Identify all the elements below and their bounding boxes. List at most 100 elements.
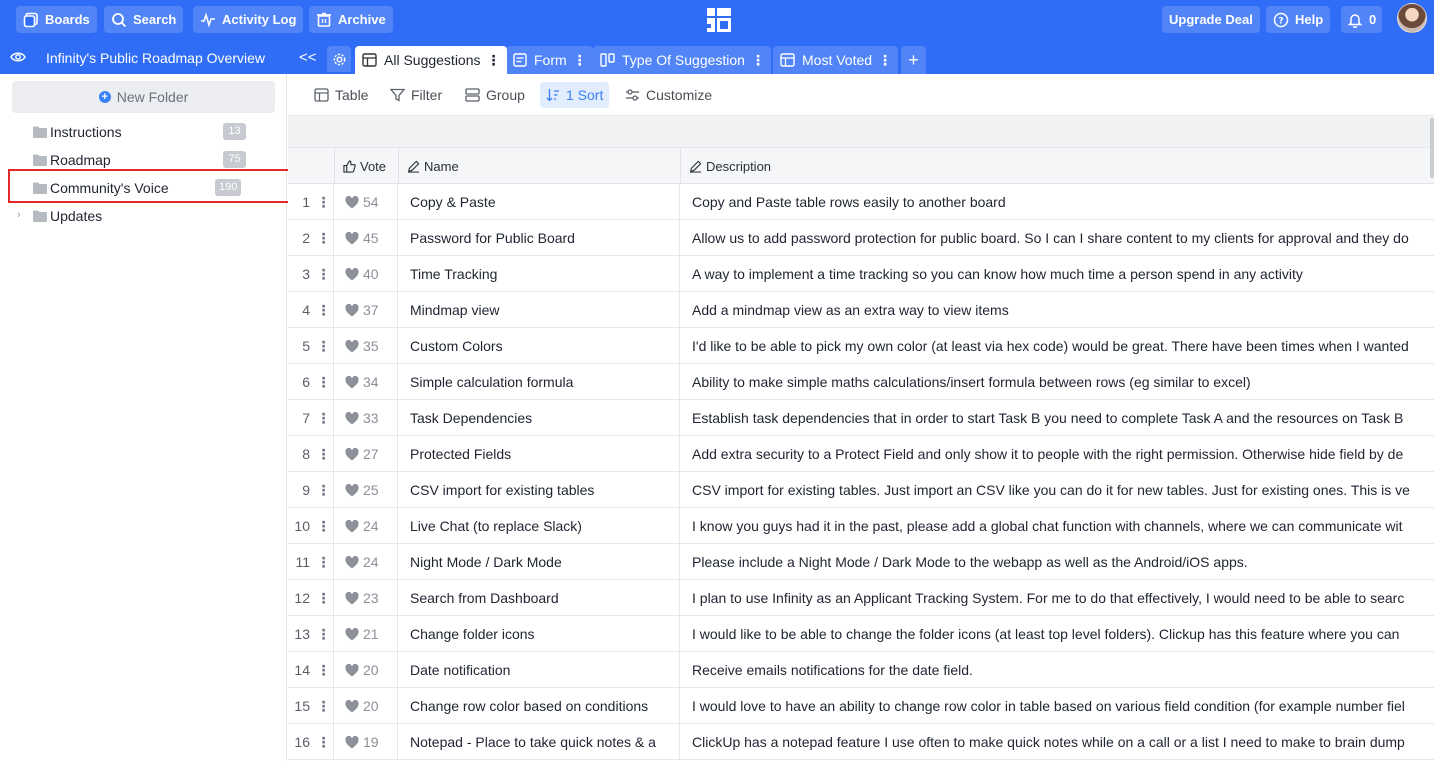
row-menu-icon[interactable]: ⋮: [314, 652, 334, 688]
name-cell[interactable]: Date notification: [398, 652, 680, 688]
boards-button[interactable]: Boards: [16, 6, 97, 33]
row-menu-icon[interactable]: ⋮: [314, 580, 334, 616]
vote-cell[interactable]: 45: [334, 220, 398, 256]
table-row[interactable]: 9 ⋮ 25 CSV import for existing tables CSV im…: [288, 472, 1434, 508]
tab-most-voted[interactable]: Most Voted ⋮: [773, 46, 899, 74]
vote-cell[interactable]: 37: [334, 292, 398, 328]
description-cell[interactable]: Please include a Night Mode / Dark Mode …: [680, 544, 1434, 580]
vote-cell[interactable]: 25: [334, 472, 398, 508]
description-cell[interactable]: Copy and Paste table rows easily to anot…: [680, 184, 1434, 220]
add-view-button[interactable]: +: [901, 46, 926, 74]
help-button[interactable]: ? Help: [1266, 6, 1331, 33]
table-row[interactable]: 2 ⋮ 45 Password for Public Board Allow us to…: [288, 220, 1434, 256]
tab-menu-icon[interactable]: ⋮: [487, 52, 501, 69]
heart-icon[interactable]: [345, 555, 359, 569]
filter-button[interactable]: Filter: [384, 82, 448, 108]
user-avatar[interactable]: [1397, 3, 1427, 33]
column-header-name[interactable]: Name: [398, 148, 680, 184]
row-menu-icon[interactable]: ⋮: [314, 292, 334, 328]
description-cell[interactable]: A way to implement a time tracking so yo…: [680, 256, 1434, 292]
heart-icon[interactable]: [345, 591, 359, 605]
sort-button[interactable]: 1 Sort: [540, 82, 610, 108]
row-menu-icon[interactable]: ⋮: [314, 508, 334, 544]
vote-cell[interactable]: 54: [334, 184, 398, 220]
name-cell[interactable]: Night Mode / Dark Mode: [398, 544, 680, 580]
table-row[interactable]: 11 ⋮ 24 Night Mode / Dark Mode Please includ…: [288, 544, 1434, 580]
vote-cell[interactable]: 34: [334, 364, 398, 400]
row-menu-icon[interactable]: ⋮: [314, 364, 334, 400]
heart-icon[interactable]: [345, 375, 359, 389]
name-cell[interactable]: Task Dependencies: [398, 400, 680, 436]
table-row[interactable]: 13 ⋮ 21 Change folder icons I would like to …: [288, 616, 1434, 652]
heart-icon[interactable]: [345, 735, 359, 749]
eye-icon[interactable]: [10, 50, 26, 64]
description-cell[interactable]: CSV import for existing tables. Just imp…: [680, 472, 1434, 508]
vote-cell[interactable]: 20: [334, 652, 398, 688]
name-cell[interactable]: Change folder icons: [398, 616, 680, 652]
name-cell[interactable]: Notepad - Place to take quick notes & a: [398, 724, 680, 760]
description-cell[interactable]: ClickUp has a notepad feature I use ofte…: [680, 724, 1434, 760]
name-cell[interactable]: Custom Colors: [398, 328, 680, 364]
tab-menu-icon[interactable]: ⋮: [751, 52, 765, 69]
table-row[interactable]: 12 ⋮ 23 Search from Dashboard I plan to use …: [288, 580, 1434, 616]
table-row[interactable]: 16 ⋮ 19 Notepad - Place to take quick notes…: [288, 724, 1434, 760]
vote-cell[interactable]: 20: [334, 688, 398, 724]
chevron-right-icon[interactable]: ›: [17, 209, 21, 221]
vote-cell[interactable]: 35: [334, 328, 398, 364]
archive-button[interactable]: Archive: [309, 6, 393, 33]
heart-icon[interactable]: [345, 339, 359, 353]
table-row[interactable]: 8 ⋮ 27 Protected Fields Add extra security t…: [288, 436, 1434, 472]
heart-icon[interactable]: [345, 519, 359, 533]
tab-type-of-suggestion[interactable]: Type Of Suggestion ⋮: [593, 46, 771, 74]
heart-icon[interactable]: [345, 231, 359, 245]
new-folder-button[interactable]: + New Folder: [12, 81, 275, 113]
heart-icon[interactable]: [345, 699, 359, 713]
table-row[interactable]: 1 ⋮ 54 Copy & Paste Copy and Paste table row…: [288, 184, 1434, 220]
folder-updates[interactable]: › Updates: [0, 204, 287, 228]
vote-cell[interactable]: 40: [334, 256, 398, 292]
vote-cell[interactable]: 33: [334, 400, 398, 436]
row-menu-icon[interactable]: ⋮: [314, 220, 334, 256]
description-cell[interactable]: Ability to make simple maths calculation…: [680, 364, 1434, 400]
description-cell[interactable]: I'd like to be able to pick my own color…: [680, 328, 1434, 364]
infinity-logo-icon[interactable]: [704, 5, 734, 35]
name-cell[interactable]: Change row color based on conditions: [398, 688, 680, 724]
tab-menu-icon[interactable]: ⋮: [878, 52, 892, 69]
folder-instructions[interactable]: Instructions 13: [0, 120, 287, 144]
row-menu-icon[interactable]: ⋮: [314, 400, 334, 436]
table-view-button[interactable]: Table: [308, 82, 374, 108]
row-menu-icon[interactable]: ⋮: [314, 616, 334, 652]
column-header-description[interactable]: Description: [680, 148, 1434, 184]
notifications-button[interactable]: 0: [1341, 6, 1383, 33]
table-row[interactable]: 7 ⋮ 33 Task Dependencies Establish task depe…: [288, 400, 1434, 436]
name-cell[interactable]: Copy & Paste: [398, 184, 680, 220]
heart-icon[interactable]: [345, 447, 359, 461]
table-row[interactable]: 3 ⋮ 40 Time Tracking A way to implement a ti…: [288, 256, 1434, 292]
activity-log-button[interactable]: Activity Log: [193, 6, 304, 33]
name-cell[interactable]: Live Chat (to replace Slack): [398, 508, 680, 544]
heart-icon[interactable]: [345, 303, 359, 317]
name-cell[interactable]: Password for Public Board: [398, 220, 680, 256]
description-cell[interactable]: Receive emails notifications for the dat…: [680, 652, 1434, 688]
table-row[interactable]: 10 ⋮ 24 Live Chat (to replace Slack) I know …: [288, 508, 1434, 544]
vote-cell[interactable]: 24: [334, 544, 398, 580]
table-row[interactable]: 4 ⋮ 37 Mindmap view Add a mindmap view as an…: [288, 292, 1434, 328]
row-menu-icon[interactable]: ⋮: [314, 328, 334, 364]
row-menu-icon[interactable]: ⋮: [314, 688, 334, 724]
name-cell[interactable]: Protected Fields: [398, 436, 680, 472]
vote-cell[interactable]: 19: [334, 724, 398, 760]
row-menu-icon[interactable]: ⋮: [314, 184, 334, 220]
collapse-sidebar-button[interactable]: <<: [299, 49, 317, 66]
group-button[interactable]: Group: [459, 82, 531, 108]
vote-cell[interactable]: 24: [334, 508, 398, 544]
description-cell[interactable]: Add a mindmap view as an extra way to vi…: [680, 292, 1434, 328]
tab-menu-icon[interactable]: ⋮: [573, 52, 587, 69]
heart-icon[interactable]: [345, 267, 359, 281]
description-cell[interactable]: Add extra security to a Protect Field an…: [680, 436, 1434, 472]
heart-icon[interactable]: [345, 483, 359, 497]
column-header-vote[interactable]: Vote: [334, 148, 398, 184]
name-cell[interactable]: Mindmap view: [398, 292, 680, 328]
vote-cell[interactable]: 23: [334, 580, 398, 616]
table-row[interactable]: 15 ⋮ 20 Change row color based on condition…: [288, 688, 1434, 724]
description-cell[interactable]: I know you guys had it in the past, plea…: [680, 508, 1434, 544]
